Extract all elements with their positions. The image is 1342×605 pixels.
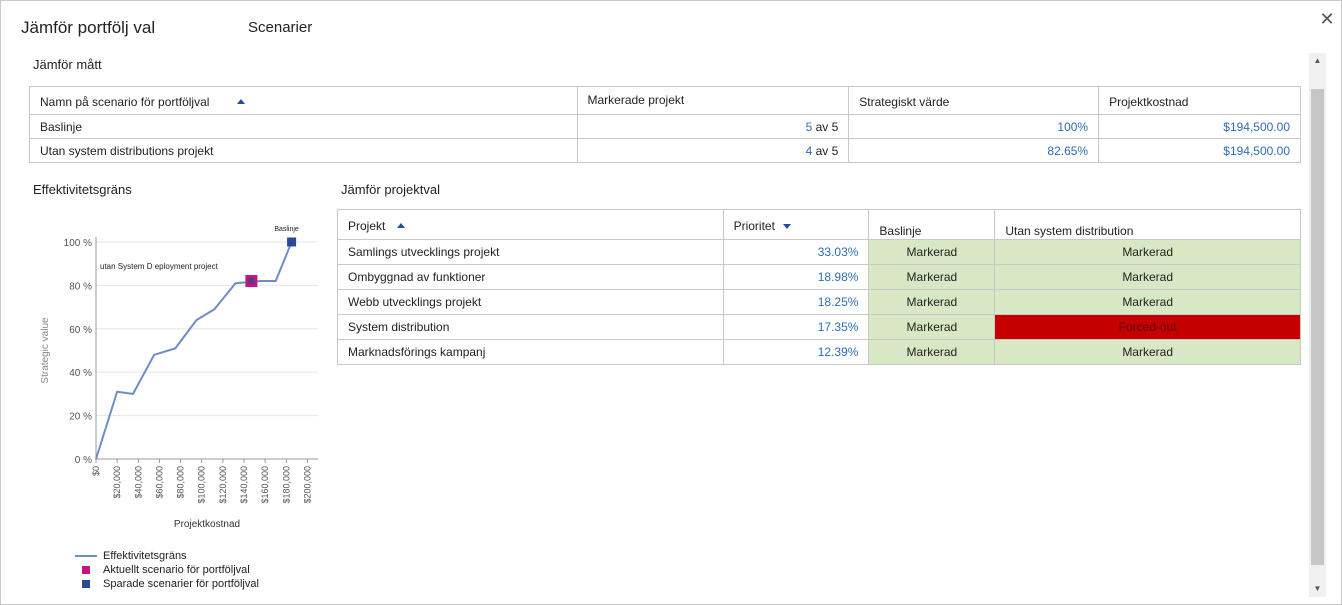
projects-header-row: Projekt Prioritet Baslinje Utan system d… [337, 209, 1301, 240]
projects-header-project[interactable]: Projekt [337, 209, 724, 240]
project-cost: $194,500.00 [1098, 138, 1301, 163]
chart-legend: Effektivitetsgräns Aktuellt scenario för… [75, 549, 259, 591]
metrics-header-row: Namn på scenario för portföljval Markera… [29, 86, 1301, 115]
y-tick-label: 40 % [69, 368, 92, 379]
baseline-status: Markerad [868, 239, 996, 265]
selected-count-link[interactable]: 4 [806, 144, 813, 158]
table-row: Ombyggnad av funktioner 18.98% Markerad Mar… [337, 264, 1301, 290]
of-total-label: av 5 [815, 119, 839, 134]
frontier-line [95, 241, 293, 460]
metrics-header-selected-projects[interactable]: Markerade projekt [576, 86, 850, 115]
scroll-up-arrow-icon[interactable]: ▲ [1309, 53, 1326, 69]
x-tick-label: $0 [91, 466, 101, 476]
saved-scenario-point [287, 237, 297, 247]
scroll-down-arrow-icon[interactable]: ▼ [1309, 581, 1326, 597]
metrics-section-title: Jämför mått [33, 57, 102, 72]
table-row: Marknadsförings kampanj 12.39% Markerad Mar… [337, 339, 1301, 365]
y-tick-label: 100 % [64, 238, 92, 249]
projects-section-title: Jämför projektval [341, 182, 440, 197]
project-priority: 18.25% [722, 289, 870, 315]
legend-item-frontier: Effektivitetsgräns [75, 549, 259, 563]
legend-line-swatch [75, 555, 97, 557]
project-name: Webb utvecklings projekt [337, 289, 724, 315]
x-tick-label: $60,000 [154, 466, 164, 499]
project-name: Marknadsförings kampanj [337, 339, 724, 365]
current-scenario-point-inner [248, 278, 255, 285]
project-priority: 17.35% [722, 314, 870, 340]
projects-header-baseline[interactable]: Baslinje [868, 209, 996, 240]
selected-projects: 4 av 5 [576, 138, 850, 163]
y-tick-label: 0 % [75, 455, 92, 466]
legend-item-saved: Sparade scenarier för portföljval [75, 577, 259, 591]
of-total-label: av 5 [815, 143, 839, 158]
x-tick-label: $100,000 [197, 466, 207, 504]
legend-saved-swatch [82, 580, 90, 588]
point-label-current: utan System D eployment project [100, 262, 219, 271]
dialog-title: Jämför portfölj val [21, 18, 156, 37]
table-row: Webb utvecklings projekt 18.25% Markerad Ma… [337, 289, 1301, 315]
strategic-value: 82.65% [848, 138, 1100, 163]
y-tick-label: 20 % [69, 412, 92, 423]
baseline-status: Markerad [868, 339, 996, 365]
vertical-scrollbar[interactable]: ▲ ▼ [1309, 53, 1326, 597]
table-row: System distribution 17.35% Markerad Forced-… [337, 314, 1301, 340]
projects-header-priority[interactable]: Prioritet [722, 209, 870, 240]
projects-header-scenario[interactable]: Utan system distribution [994, 209, 1301, 240]
table-row: Utan system distributions projekt 4 av 5… [29, 138, 1301, 163]
baseline-status: Markerad [868, 289, 996, 315]
x-tick-label: $200,000 [302, 466, 312, 504]
efficient-frontier-chart: 0 % 20 % 40 % 60 % 80 % 100 % $0 $20,000 $40,000… [40, 226, 318, 530]
scenario-name: Utan system distributions projekt [29, 138, 578, 163]
chart-section-title: Effektivitetsgräns [33, 182, 132, 197]
scenario-status: Markerad [994, 264, 1301, 290]
dialog-subtitle: Scenarier [248, 19, 313, 36]
scrollbar-thumb[interactable] [1311, 89, 1324, 565]
scenario-status: Markerad [994, 239, 1301, 265]
metrics-header-strategic-value[interactable]: Strategiskt värde [848, 86, 1100, 115]
project-priority: 18.98% [722, 264, 870, 290]
y-tick-label: 60 % [69, 325, 92, 336]
project-cost: $194,500.00 [1098, 114, 1301, 139]
table-row: Baslinje 5 av 5 100% $194,500.00 [29, 114, 1301, 139]
sort-ascending-icon [397, 223, 406, 228]
baseline-status: Markerad [868, 314, 996, 340]
y-axis-label: Strategic value [40, 317, 51, 384]
x-tick-label: $180,000 [281, 466, 291, 504]
metrics-header-scenario-name[interactable]: Namn på scenario för portföljval [29, 86, 578, 115]
project-name: System distribution [337, 314, 724, 340]
x-tick-label: $140,000 [239, 466, 249, 504]
x-tick-label: $40,000 [133, 466, 143, 499]
close-button[interactable]: ✕ [1318, 10, 1336, 28]
x-tick-label: $80,000 [176, 466, 186, 499]
selected-projects: 5 av 5 [576, 114, 850, 139]
sort-descending-icon [782, 224, 791, 229]
metrics-table: Namn på scenario för portföljval Markera… [29, 86, 1301, 163]
project-priority: 33.03% [722, 239, 870, 265]
scenario-status: Forced-out [994, 314, 1301, 340]
project-name: Samlings utvecklings projekt [337, 239, 724, 265]
y-tick-label: 80 % [69, 281, 92, 292]
scenario-status: Markerad [994, 339, 1301, 365]
table-row: Samlings utvecklings projekt 33.03% Marker… [337, 239, 1301, 265]
strategic-value: 100% [848, 114, 1100, 139]
project-comparison-table: Projekt Prioritet Baslinje Utan system d… [337, 209, 1301, 365]
x-tick-label: $120,000 [218, 466, 228, 504]
project-name: Ombyggnad av funktioner [337, 264, 724, 290]
x-tick-label: $20,000 [112, 466, 122, 499]
scenario-name: Baslinje [29, 114, 578, 139]
metrics-header-project-cost[interactable]: Projektkostnad [1098, 86, 1301, 115]
x-axis-label: Projektkostnad [174, 519, 240, 530]
baseline-status: Markerad [868, 264, 996, 290]
legend-current-swatch [82, 566, 90, 574]
legend-item-current: Aktuellt scenario för portföljval [75, 563, 259, 577]
point-label-saved: Baslinje [274, 226, 299, 233]
project-priority: 12.39% [722, 339, 870, 365]
x-tick-label: $160,000 [260, 466, 270, 504]
selected-count-link[interactable]: 5 [806, 120, 813, 134]
sort-ascending-icon [237, 99, 246, 104]
scenario-status: Markerad [994, 289, 1301, 315]
